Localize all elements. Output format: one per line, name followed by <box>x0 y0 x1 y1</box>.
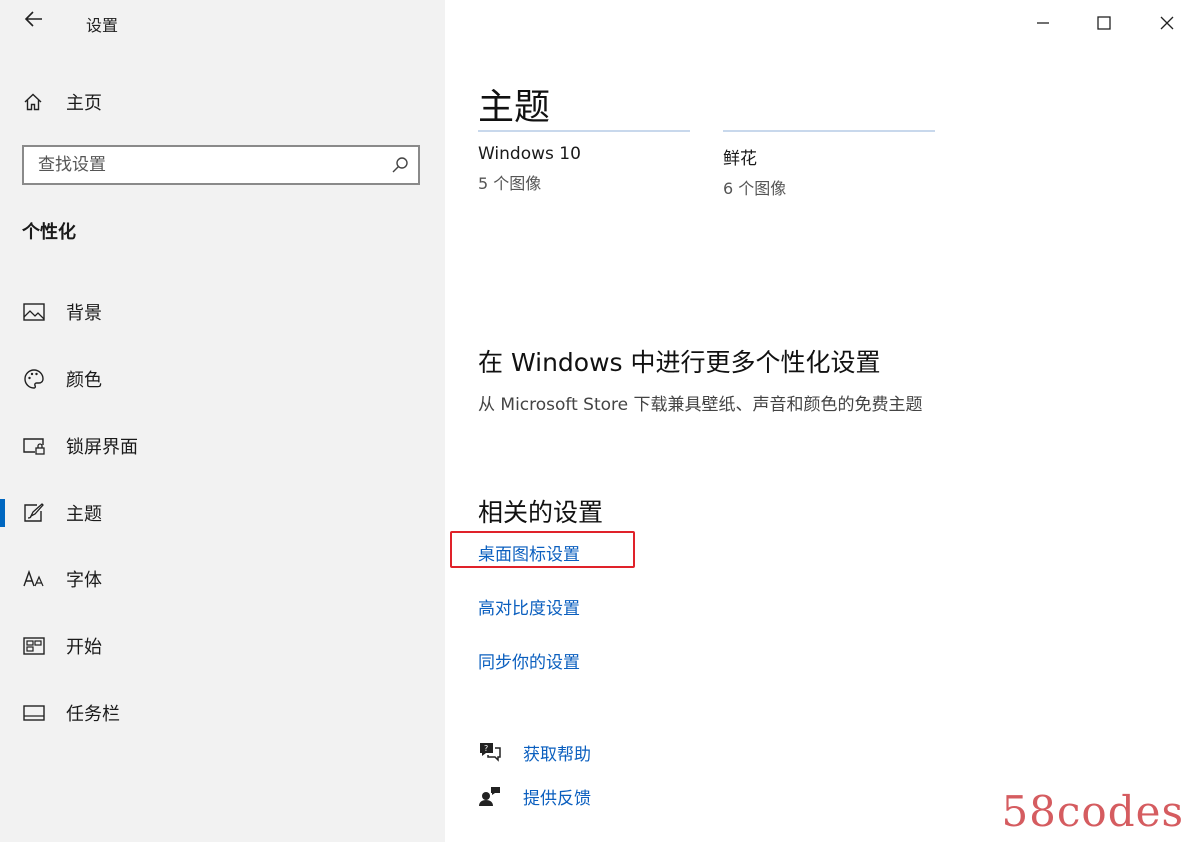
give-feedback-label: 提供反馈 <box>523 788 591 809</box>
nav-item-taskbar[interactable]: 任务栏 <box>0 691 445 735</box>
page-title: 主题 <box>478 87 551 128</box>
home-label: 主页 <box>66 93 102 114</box>
font-icon <box>22 567 46 591</box>
search-input[interactable] <box>24 146 382 184</box>
nav-item-start[interactable]: 开始 <box>0 624 445 668</box>
home-nav-item[interactable]: 主页 <box>22 88 102 116</box>
nav-item-label: 颜色 <box>66 370 102 391</box>
search-box[interactable] <box>22 145 420 185</box>
get-help-label: 获取帮助 <box>523 744 591 765</box>
theme-brush-icon <box>22 501 46 525</box>
theme-name: Windows 10 <box>478 144 581 164</box>
taskbar-icon <box>22 701 46 725</box>
selected-indicator <box>0 499 5 527</box>
image-icon <box>22 300 46 324</box>
nav-item-label: 开始 <box>66 637 102 658</box>
nav-item-label: 字体 <box>66 570 102 591</box>
maximize-icon[interactable] <box>1091 10 1117 36</box>
give-feedback-link[interactable]: 提供反馈 <box>478 782 591 810</box>
store-themes-link[interactable]: 从 Microsoft Store 下载兼具壁纸、声音和颜色的免费主题 <box>478 390 923 415</box>
home-icon <box>22 91 44 113</box>
theme-preview-divider <box>723 130 935 132</box>
nav-item-colors[interactable]: 颜色 <box>0 357 445 401</box>
minimize-icon[interactable] <box>1030 10 1056 36</box>
get-help-link[interactable]: ? 获取帮助 <box>478 738 591 766</box>
lock-screen-icon <box>22 434 46 458</box>
nav-item-lock-screen[interactable]: 锁屏界面 <box>0 424 445 468</box>
sync-settings-link[interactable]: 同步你的设置 <box>478 648 580 673</box>
nav-item-fonts[interactable]: 字体 <box>0 557 445 601</box>
sidebar: 设置 主页 个性化 背景 颜色 锁屏界面 主题 <box>0 0 445 842</box>
chat-help-icon: ? <box>478 740 502 764</box>
search-icon[interactable] <box>382 147 418 183</box>
nav-item-label: 背景 <box>66 303 102 324</box>
theme-image-count: 6 个图像 <box>723 179 787 198</box>
high-contrast-settings-link[interactable]: 高对比度设置 <box>478 594 580 619</box>
nav-item-background[interactable]: 背景 <box>0 290 445 334</box>
theme-image-count: 5 个图像 <box>478 174 542 193</box>
theme-name: 鲜花 <box>723 149 757 169</box>
palette-icon <box>22 367 46 391</box>
svg-text:?: ? <box>484 744 488 753</box>
desktop-icon-settings-link[interactable]: 桌面图标设置 <box>478 540 580 565</box>
nav-item-label: 锁屏界面 <box>66 437 138 458</box>
nav-item-themes[interactable]: 主题 <box>0 491 445 535</box>
watermark: 58codes <box>1001 787 1184 836</box>
close-icon[interactable] <box>1154 10 1180 36</box>
nav-item-label: 主题 <box>66 504 102 525</box>
feedback-icon <box>478 784 502 808</box>
nav-item-label: 任务栏 <box>66 704 120 725</box>
more-personalization-heading: 在 Windows 中进行更多个性化设置 <box>478 348 881 377</box>
theme-card[interactable]: Windows 10 5 个图像 <box>478 130 690 194</box>
section-title: 个性化 <box>22 222 76 243</box>
main-panel: 主题 Windows 10 5 个图像 鲜花 6 个图像 在 Windows 中… <box>445 0 1200 842</box>
start-icon <box>22 634 46 658</box>
back-arrow-icon[interactable] <box>20 8 48 36</box>
theme-preview-divider <box>478 130 690 132</box>
theme-card[interactable]: 鲜花 6 个图像 <box>723 130 935 199</box>
app-title: 设置 <box>86 16 119 35</box>
related-settings-heading: 相关的设置 <box>478 498 604 527</box>
